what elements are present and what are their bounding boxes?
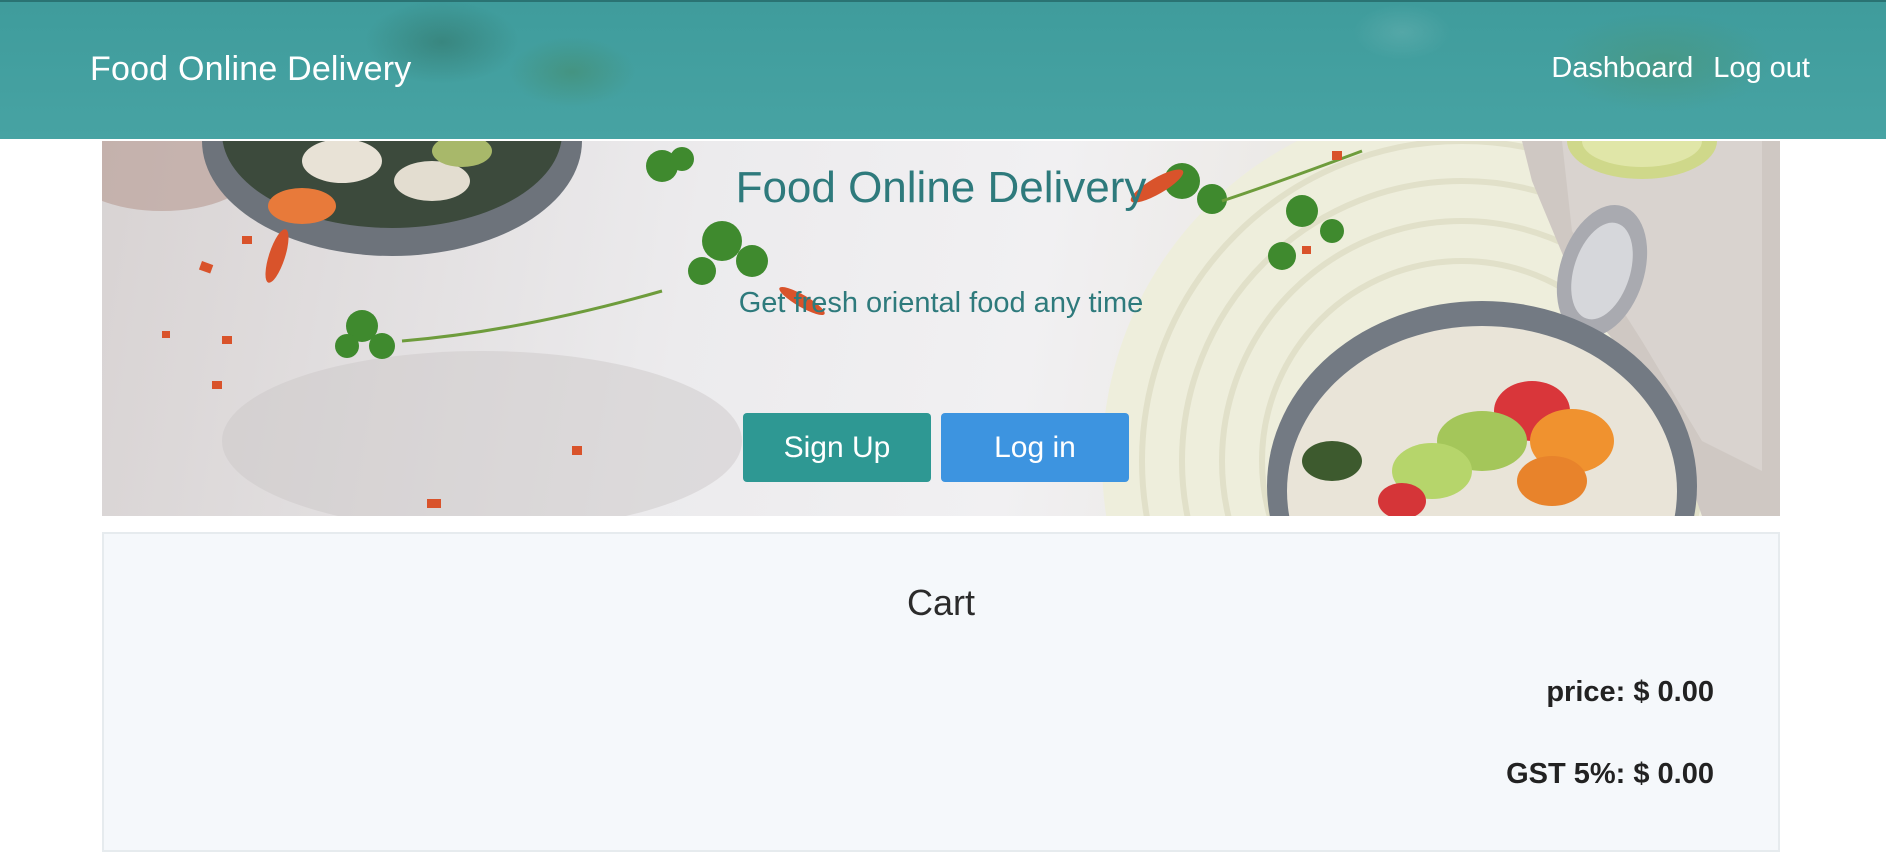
cart-panel: Cart price: $ 0.00 GST 5%: $ 0.00 (102, 532, 1780, 852)
nav-link-logout[interactable]: Log out (1713, 52, 1810, 85)
nav-links: Dashboard Log out (1551, 52, 1810, 85)
top-navbar: Food Online Delivery Dashboard Log out (0, 0, 1886, 139)
nav-link-dashboard[interactable]: Dashboard (1551, 52, 1693, 85)
cart-title: Cart (906, 582, 975, 623)
cart-price: price: $ 0.00 (1546, 676, 1714, 708)
brand-link[interactable]: Food Online Delivery (90, 50, 411, 89)
hero-subtitle: Get fresh oriental food any time (738, 287, 1144, 319)
hero-buttons: Sign Up Log in (743, 413, 1129, 482)
cart-gst: GST 5%: $ 0.00 (1506, 758, 1714, 790)
hero-title: Food Online Delivery (735, 163, 1147, 212)
sign-up-button[interactable]: Sign Up (743, 413, 931, 482)
log-in-button[interactable]: Log in (941, 413, 1129, 482)
hero-banner: Food Online Delivery Get fresh oriental … (102, 141, 1780, 516)
